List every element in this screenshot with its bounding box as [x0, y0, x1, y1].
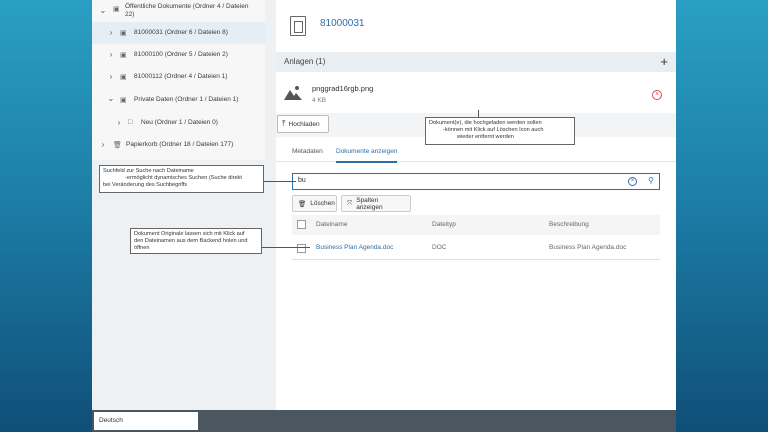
tree-item-label: Öffentliche Dokumente (Ordner 4 / Dateie…: [125, 3, 249, 10]
callout-line: wieder entfernt werden: [457, 134, 514, 140]
column-header-filename[interactable]: Dateiname: [316, 221, 347, 228]
tree-item-81000112[interactable]: › ▣ 81000112 (Ordner 4 / Dateien 1): [92, 66, 265, 88]
table-header: Dateiname Dateityp Beschreibung: [292, 215, 660, 235]
tree-item-81000100[interactable]: › ▣ 81000100 (Ordner 5 / Dateien 2): [92, 44, 265, 66]
tree-item-new[interactable]: › □ Neu (Ordner 1 / Dateien 0): [92, 112, 265, 134]
upload-icon: ⤒: [282, 119, 286, 128]
tree-item-label: 81000031 (Ordner 6 / Dateien 8): [134, 29, 228, 36]
tab-bar: Metadaten Dokumente anzeigen: [276, 142, 676, 163]
callout-line: bei Veränderung des Suchbegriffs: [103, 182, 188, 188]
callout-leader: [262, 247, 310, 248]
chevron-right-icon[interactable]: ›: [99, 140, 107, 149]
chevron-right-icon[interactable]: ›: [107, 72, 115, 81]
detail-panel: 81000031 Anlagen (1) + pnggrad16rgb.png …: [276, 0, 676, 410]
search-input-value: bu: [298, 177, 306, 184]
upload-button[interactable]: ⤒ Hochladen: [277, 115, 329, 133]
app-window: ⌄ ▣ Öffentliche Dokumente (Ordner 4 / Da…: [92, 0, 676, 410]
callout-line: Suchfeld zur Suche nach Dateiname: [103, 168, 194, 174]
add-attachment-button[interactable]: +: [660, 54, 668, 69]
attachment-item: pnggrad16rgb.png 4 KB ×: [276, 75, 676, 113]
chevron-down-icon[interactable]: ⌄: [99, 6, 107, 15]
columns-icon: ⤧: [347, 199, 353, 207]
document-icon: [290, 16, 306, 36]
callout-line: Dokument(e), die hochgeladen werden soll…: [429, 120, 542, 126]
chevron-down-icon[interactable]: ⌄: [107, 94, 115, 103]
callout-line: Dokument Originale lassen sich mit Klick…: [134, 231, 245, 237]
chevron-right-icon[interactable]: ›: [107, 28, 115, 37]
tab-metadata[interactable]: Metadaten: [292, 148, 323, 155]
callout-leader: [264, 181, 296, 182]
detail-header: 81000031: [276, 0, 676, 50]
page-title: 81000031: [320, 18, 365, 29]
callout-line: -ermöglicht dynamisches Suchen (Suche di…: [125, 175, 242, 181]
language-select[interactable]: Deutsch: [94, 412, 198, 430]
column-header-filetype[interactable]: Dateityp: [432, 221, 456, 228]
callout-line: -können mit Klick auf Löschen Icon auch: [443, 127, 544, 133]
attachments-bar: Anlagen (1) +: [276, 52, 676, 72]
tree-item-81000031[interactable]: › ▣ 81000031 (Ordner 6 / Dateien 8): [92, 22, 265, 44]
callout-line: den Dateinamen aus dem Backend holen und: [134, 238, 248, 244]
search-input[interactable]: bu × ⚲: [292, 173, 660, 190]
delete-button-label: Löschen: [310, 200, 335, 207]
tree-item-trash[interactable]: › 🗑 Papierkorb (Ordner 18 / Dateien 177): [92, 134, 265, 156]
image-file-icon: [284, 84, 302, 100]
folder-icon: ▣: [120, 74, 127, 81]
callout-line: öffnen: [134, 245, 150, 251]
filename-link[interactable]: Business Plan Agenda.doc: [316, 244, 393, 251]
search-callout: Suchfeld zur Suche nach Dateiname -ermög…: [99, 165, 264, 193]
tree-item-public-documents[interactable]: ⌄ ▣ Öffentliche Dokumente (Ordner 4 / Da…: [92, 0, 265, 20]
table-row: Business Plan Agenda.doc DOC Business Pl…: [292, 238, 660, 260]
show-columns-button[interactable]: ⤧ Spalten anzeigen: [341, 195, 411, 212]
tree-item-label: 81000100 (Ordner 5 / Dateien 2): [134, 51, 228, 58]
search-icon[interactable]: ⚲: [648, 176, 654, 185]
attachment-filesize: 4 KB: [312, 97, 327, 104]
folder-icon: ▣: [113, 6, 120, 13]
folder-icon: ▣: [120, 52, 127, 59]
tree-item-label: Papierkorb (Ordner 18 / Dateien 177): [126, 141, 234, 148]
folder-icon: ▣: [120, 30, 127, 37]
callout-leader: [478, 110, 479, 117]
column-header-description[interactable]: Beschreibung: [549, 221, 589, 228]
tree-item-private-data[interactable]: ⌄ ▣ Private Daten (Ordner 1 / Dateien 1): [92, 89, 265, 111]
row-checkbox[interactable]: [297, 244, 306, 253]
remove-attachment-icon[interactable]: ×: [652, 90, 662, 100]
folder-outline-icon: □: [128, 119, 133, 126]
tree-item-label: Neu (Ordner 1 / Dateien 0): [141, 119, 218, 126]
footer-bar: Deutsch: [92, 410, 676, 432]
clear-search-icon[interactable]: ×: [628, 177, 637, 186]
filetype-cell: DOC: [432, 244, 447, 251]
trash-icon: 🗑: [113, 142, 122, 149]
trash-icon: 🗑: [298, 200, 307, 208]
select-all-checkbox[interactable]: [297, 220, 306, 229]
upload-callout: Dokument(e), die hochgeladen werden soll…: [425, 117, 575, 145]
tree-item-label: Private Daten (Ordner 1 / Dateien 1): [134, 96, 239, 103]
tree-item-label-continued: 22): [125, 11, 135, 18]
chevron-right-icon[interactable]: ›: [115, 118, 123, 127]
upload-button-label: Hochladen: [288, 120, 320, 128]
attachments-title: Anlagen (1): [284, 57, 326, 66]
description-cell: Business Plan Agenda.doc: [549, 244, 627, 251]
tab-show-documents[interactable]: Dokumente anzeigen: [336, 148, 398, 163]
attachment-filename: pnggrad16rgb.png: [312, 84, 374, 93]
open-document-callout: Dokument Originale lassen sich mit Klick…: [130, 228, 262, 254]
chevron-right-icon[interactable]: ›: [107, 50, 115, 59]
delete-button[interactable]: 🗑 Löschen: [292, 195, 337, 212]
tree-item-label: 81000112 (Ordner 4 / Dateien 1): [134, 73, 228, 80]
folder-tree: ⌄ ▣ Öffentliche Dokumente (Ordner 4 / Da…: [92, 0, 265, 160]
show-columns-label: Spalten anzeigen: [356, 196, 383, 211]
folder-icon: ▣: [120, 97, 127, 104]
